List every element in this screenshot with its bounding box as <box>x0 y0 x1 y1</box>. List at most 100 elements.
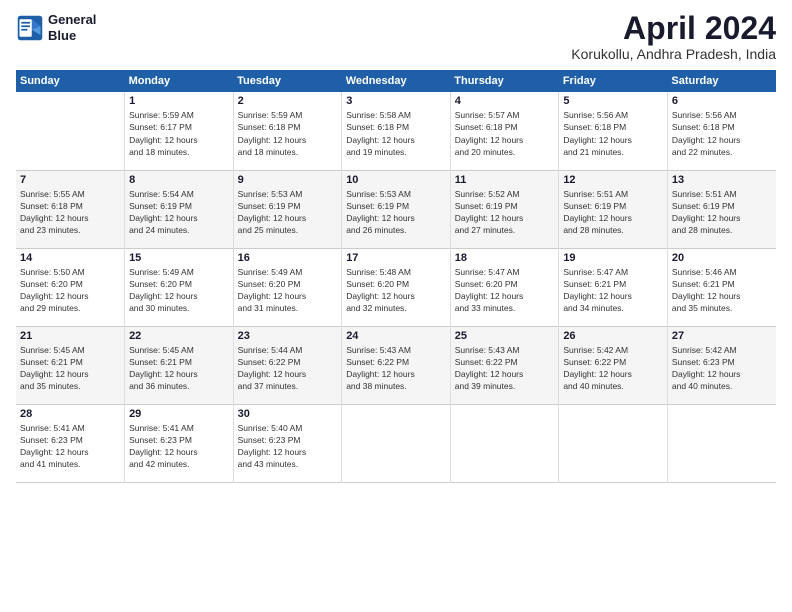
day-number: 26 <box>563 330 663 342</box>
day-cell: 30 Sunrise: 5:40 AM Sunset: 6:23 PM Dayli… <box>233 404 342 482</box>
day-cell: 6 Sunrise: 5:56 AM Sunset: 6:18 PM Daylig… <box>667 92 776 170</box>
day-number: 25 <box>455 330 555 342</box>
week-row-4: 28 Sunrise: 5:41 AM Sunset: 6:23 PM Dayli… <box>16 404 776 482</box>
day-info: Sunrise: 5:48 AM Sunset: 6:20 PM Dayligh… <box>346 266 446 315</box>
day-cell: 11Sunrise: 5:52 AM Sunset: 6:19 PM Dayli… <box>450 170 559 248</box>
day-info: Sunrise: 5:56 AM Sunset: 6:18 PM Dayligh… <box>672 109 772 158</box>
day-info: Sunrise: 5:47 AM Sunset: 6:20 PM Dayligh… <box>455 266 555 315</box>
day-cell: 19 Sunrise: 5:47 AM Sunset: 6:21 PM Dayli… <box>559 248 668 326</box>
day-number: 24 <box>346 330 446 342</box>
day-number: 17 <box>346 252 446 264</box>
day-cell: 21Sunrise: 5:45 AM Sunset: 6:21 PM Dayli… <box>16 326 125 404</box>
day-cell <box>342 404 451 482</box>
day-number: 16 <box>238 252 338 264</box>
day-number: 5 <box>563 95 663 107</box>
header-row: SundayMondayTuesdayWednesdayThursdayFrid… <box>16 70 776 92</box>
day-info: Sunrise: 5:47 AM Sunset: 6:21 PM Dayligh… <box>563 266 663 315</box>
day-cell: 20Sunrise: 5:46 AM Sunset: 6:21 PM Dayli… <box>667 248 776 326</box>
day-number: 12 <box>563 174 663 186</box>
day-number: 21 <box>20 330 120 342</box>
day-cell: 27 Sunrise: 5:42 AM Sunset: 6:23 PM Dayli… <box>667 326 776 404</box>
day-info: Sunrise: 5:56 AM Sunset: 6:18 PM Dayligh… <box>563 109 663 158</box>
day-number: 2 <box>238 95 338 107</box>
logo: General Blue <box>16 12 96 43</box>
week-row-2: 14 Sunrise: 5:50 AM Sunset: 6:20 PM Dayli… <box>16 248 776 326</box>
day-number: 22 <box>129 330 229 342</box>
day-number: 19 <box>563 252 663 264</box>
day-cell: 2 Sunrise: 5:59 AM Sunset: 6:18 PM Daylig… <box>233 92 342 170</box>
week-row-1: 7Sunrise: 5:55 AM Sunset: 6:18 PM Daylig… <box>16 170 776 248</box>
header-cell-sunday: Sunday <box>16 70 125 92</box>
day-number: 28 <box>20 408 120 420</box>
day-number: 11 <box>455 174 555 186</box>
day-cell: 3 Sunrise: 5:58 AM Sunset: 6:18 PM Daylig… <box>342 92 451 170</box>
day-info: Sunrise: 5:41 AM Sunset: 6:23 PM Dayligh… <box>20 422 120 471</box>
day-cell: 24 Sunrise: 5:43 AM Sunset: 6:22 PM Dayli… <box>342 326 451 404</box>
day-number: 18 <box>455 252 555 264</box>
day-info: Sunrise: 5:44 AM Sunset: 6:22 PM Dayligh… <box>238 344 338 393</box>
day-number: 14 <box>20 252 120 264</box>
day-cell: 22 Sunrise: 5:45 AM Sunset: 6:21 PM Dayli… <box>125 326 234 404</box>
day-cell: 29Sunrise: 5:41 AM Sunset: 6:23 PM Dayli… <box>125 404 234 482</box>
day-number: 8 <box>129 174 229 186</box>
day-number: 30 <box>238 408 338 420</box>
day-cell: 15Sunrise: 5:49 AM Sunset: 6:20 PM Dayli… <box>125 248 234 326</box>
day-info: Sunrise: 5:49 AM Sunset: 6:20 PM Dayligh… <box>238 266 338 315</box>
day-cell: 28 Sunrise: 5:41 AM Sunset: 6:23 PM Dayli… <box>16 404 125 482</box>
logo-text: General Blue <box>48 12 96 43</box>
day-info: Sunrise: 5:59 AM Sunset: 6:18 PM Dayligh… <box>238 109 338 158</box>
page: General Blue April 2024 Korukollu, Andhr… <box>0 0 792 612</box>
day-number: 23 <box>238 330 338 342</box>
day-cell: 18 Sunrise: 5:47 AM Sunset: 6:20 PM Dayli… <box>450 248 559 326</box>
day-info: Sunrise: 5:54 AM Sunset: 6:19 PM Dayligh… <box>129 188 229 237</box>
day-cell: 16 Sunrise: 5:49 AM Sunset: 6:20 PM Dayli… <box>233 248 342 326</box>
day-cell: 26 Sunrise: 5:42 AM Sunset: 6:22 PM Dayli… <box>559 326 668 404</box>
day-number: 20 <box>672 252 772 264</box>
day-cell: 1 Sunrise: 5:59 AM Sunset: 6:17 PM Daylig… <box>125 92 234 170</box>
day-number: 29 <box>129 408 229 420</box>
day-info: Sunrise: 5:51 AM Sunset: 6:19 PM Dayligh… <box>672 188 772 237</box>
day-cell: 9Sunrise: 5:53 AM Sunset: 6:19 PM Daylig… <box>233 170 342 248</box>
day-info: Sunrise: 5:42 AM Sunset: 6:22 PM Dayligh… <box>563 344 663 393</box>
location: Korukollu, Andhra Pradesh, India <box>571 46 776 62</box>
day-cell: 25 Sunrise: 5:43 AM Sunset: 6:22 PM Dayli… <box>450 326 559 404</box>
day-number: 1 <box>129 95 229 107</box>
week-row-3: 21 Sunrise: 5:45 AM Sunset: 6:21 PM Dayli… <box>16 326 776 404</box>
header-cell-saturday: Saturday <box>667 70 776 92</box>
day-info: Sunrise: 5:40 AM Sunset: 6:23 PM Dayligh… <box>238 422 338 471</box>
day-number: 9 <box>238 174 338 186</box>
day-info: Sunrise: 5:59 AM Sunset: 6:17 PM Dayligh… <box>129 109 229 158</box>
week-row-0: 1 Sunrise: 5:59 AM Sunset: 6:17 PM Daylig… <box>16 92 776 170</box>
day-cell: 23 Sunrise: 5:44 AM Sunset: 6:22 PM Dayli… <box>233 326 342 404</box>
logo-icon <box>16 14 44 42</box>
day-info: Sunrise: 5:43 AM Sunset: 6:22 PM Dayligh… <box>455 344 555 393</box>
day-cell: 5 Sunrise: 5:56 AM Sunset: 6:18 PM Daylig… <box>559 92 668 170</box>
day-number: 6 <box>672 95 772 107</box>
day-number: 13 <box>672 174 772 186</box>
header-cell-monday: Monday <box>125 70 234 92</box>
day-cell <box>16 92 125 170</box>
day-cell: 14 Sunrise: 5:50 AM Sunset: 6:20 PM Dayli… <box>16 248 125 326</box>
calendar-table: SundayMondayTuesdayWednesdayThursdayFrid… <box>16 70 776 483</box>
month-title: April 2024 <box>571 12 776 44</box>
day-number: 27 <box>672 330 772 342</box>
day-cell: 8 Sunrise: 5:54 AM Sunset: 6:19 PM Daylig… <box>125 170 234 248</box>
header-cell-friday: Friday <box>559 70 668 92</box>
day-info: Sunrise: 5:58 AM Sunset: 6:18 PM Dayligh… <box>346 109 446 158</box>
day-info: Sunrise: 5:50 AM Sunset: 6:20 PM Dayligh… <box>20 266 120 315</box>
day-info: Sunrise: 5:45 AM Sunset: 6:21 PM Dayligh… <box>129 344 229 393</box>
day-cell: 4Sunrise: 5:57 AM Sunset: 6:18 PM Daylig… <box>450 92 559 170</box>
day-number: 7 <box>20 174 120 186</box>
day-info: Sunrise: 5:49 AM Sunset: 6:20 PM Dayligh… <box>129 266 229 315</box>
day-info: Sunrise: 5:53 AM Sunset: 6:19 PM Dayligh… <box>346 188 446 237</box>
day-cell: 7Sunrise: 5:55 AM Sunset: 6:18 PM Daylig… <box>16 170 125 248</box>
day-info: Sunrise: 5:42 AM Sunset: 6:23 PM Dayligh… <box>672 344 772 393</box>
day-number: 3 <box>346 95 446 107</box>
day-info: Sunrise: 5:43 AM Sunset: 6:22 PM Dayligh… <box>346 344 446 393</box>
day-cell <box>450 404 559 482</box>
header-cell-thursday: Thursday <box>450 70 559 92</box>
title-block: April 2024 Korukollu, Andhra Pradesh, In… <box>571 12 776 62</box>
calendar-body: 1 Sunrise: 5:59 AM Sunset: 6:17 PM Daylig… <box>16 92 776 482</box>
day-number: 4 <box>455 95 555 107</box>
day-cell <box>559 404 668 482</box>
